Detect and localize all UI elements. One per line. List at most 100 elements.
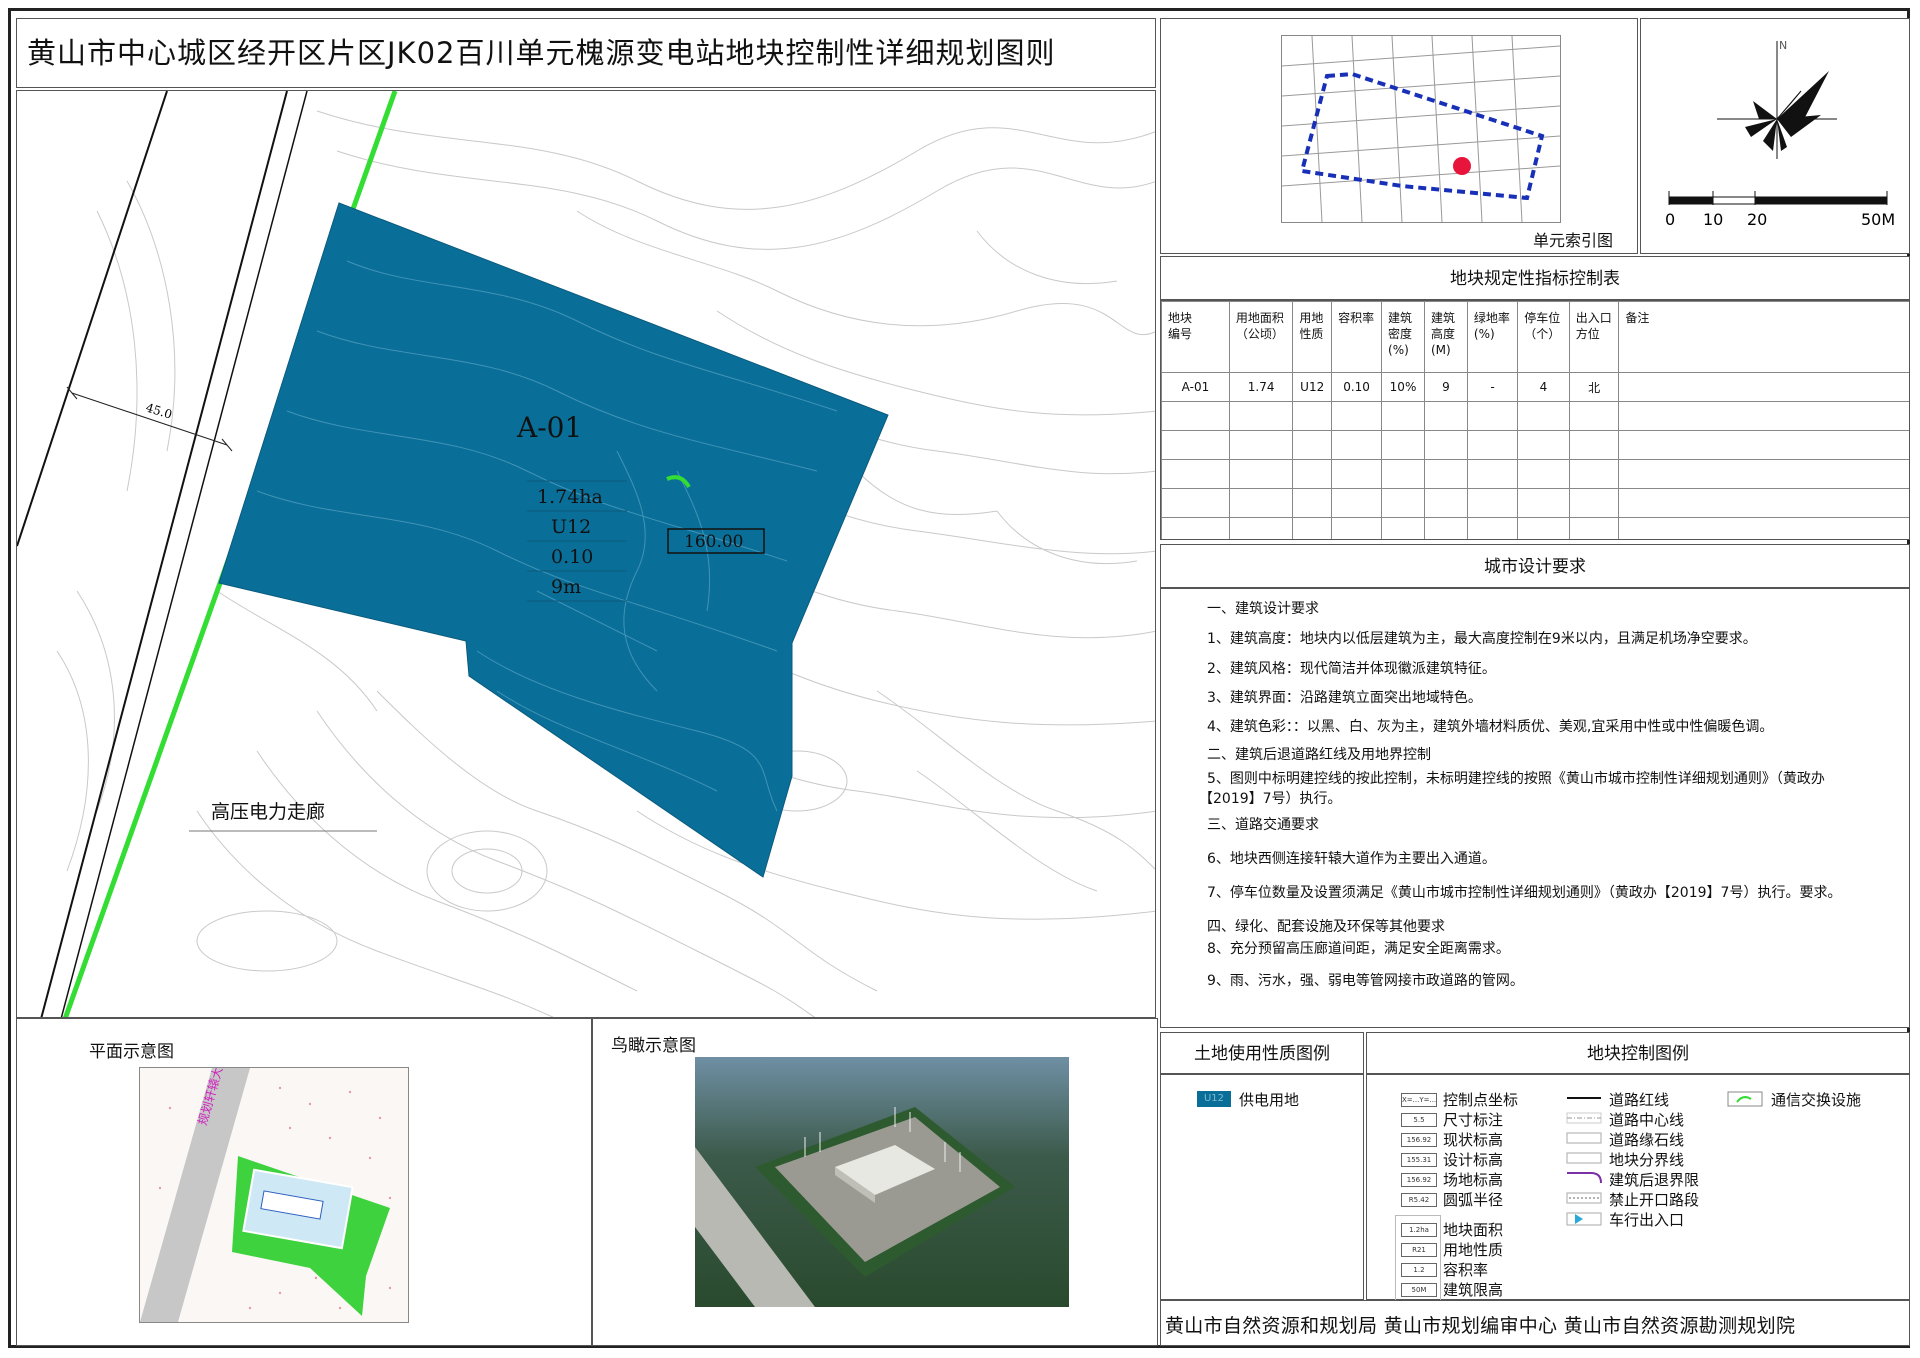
u12-swatch: U12	[1197, 1091, 1231, 1107]
plan-sketch-svg: 规划轩辕大道	[139, 1067, 409, 1323]
index-map-panel: 单元索引图	[1160, 18, 1638, 254]
setback-dimension	[66, 386, 233, 452]
control-table-title: 地块规定性指标控制表	[1160, 256, 1910, 300]
scale-bar	[1668, 191, 1888, 205]
legend-design-elev: 设计标高	[1443, 1151, 1504, 1169]
header-cell: 绿地率 (%)	[1466, 301, 1519, 373]
control-legend-panel: X=...Y=... 控制点坐标 5.5 尺寸标注 156.92 现状标高 15…	[1366, 1074, 1910, 1301]
design-line: 2、建筑风格：现代简洁并体现徽派建筑特征。	[1207, 661, 1496, 677]
table-row-empty	[1161, 401, 1909, 431]
legend-comm-facility: 通信交换设施	[1771, 1091, 1862, 1109]
scale-tick-20: 20	[1747, 210, 1767, 229]
table-cell: 9	[1424, 372, 1468, 402]
header-cell: 容积率	[1331, 301, 1383, 373]
corridor-line-left	[17, 91, 168, 547]
table-cell: U12	[1292, 372, 1333, 402]
table-row-empty	[1161, 517, 1909, 539]
plan-sketch-panel: 平面示意图 规划轩辕大道	[16, 1018, 592, 1346]
index-map-caption: 单元索引图	[1533, 231, 1614, 250]
header-cell: 用地面积 （公顷）	[1228, 301, 1294, 373]
table-cell	[1618, 372, 1909, 402]
legend-vehicle-access: 车行出入口	[1609, 1211, 1685, 1229]
design-title: 城市设计要求	[1160, 544, 1910, 588]
control-table-header: 地块 编号 用地面积 （公顷） 用地 性质 容积率 建筑 密度 (%) 建筑 高度 (M) 绿…	[1161, 301, 1909, 373]
design-line: 【2019】7号）执行。	[1199, 791, 1342, 807]
table-cell: 北	[1568, 372, 1620, 402]
design-line: 7、停车位数量及设置须满足《黄山市城市控制性详细规划通则》（黄政办【2019】7…	[1207, 885, 1842, 901]
swatch-area: 1.2ha	[1401, 1223, 1437, 1237]
design-line: 4、建筑色彩：：以黑、白、灰为主，建筑外墙材料质优、美观,宜采用中性或中性偏暖色…	[1207, 719, 1774, 735]
design-line: 二、建筑后退道路红线及用地界控制	[1207, 747, 1431, 763]
table-cell: -	[1466, 372, 1519, 402]
legend-site-elev: 场地标高	[1443, 1171, 1504, 1189]
scale-tick-50m: 50M	[1861, 210, 1895, 229]
u12-legend-label: 供电用地	[1239, 1091, 1300, 1109]
table-row-empty	[1161, 488, 1909, 518]
swatch-height: 50M	[1401, 1283, 1437, 1297]
legend-road-center-line: 道路中心线	[1609, 1111, 1685, 1129]
swatch-dimension: 5.5	[1401, 1113, 1437, 1127]
site-location-marker	[1453, 157, 1471, 175]
legend-far: 容积率	[1443, 1261, 1489, 1279]
legend-use: 用地性质	[1443, 1241, 1504, 1259]
parcel-area-label: 1.74ha	[537, 486, 603, 508]
land-use-legend-panel: U12 供电用地	[1160, 1074, 1364, 1300]
main-map: 45.0 A-01 1.74ha U12 0.10 9m 160.00 高压电力…	[16, 90, 1156, 1018]
footer-panel: 黄山市自然资源和规划局 黄山市规划编审中心 黄山市自然资源勘测规划院	[1160, 1300, 1910, 1346]
header-cell: 建筑 高度 (M)	[1424, 301, 1468, 373]
legend-curb-line: 道路缘石线	[1609, 1131, 1685, 1149]
parcel-a01[interactable]	[218, 202, 889, 878]
compass-svg: N 0 10 20 50M	[1665, 39, 1895, 229]
land-use-legend-title: 土地使用性质图例	[1160, 1032, 1364, 1074]
parcel-id-label: A-01	[516, 411, 582, 444]
design-line: 四、绿化、配套设施及环保等其他要求	[1207, 919, 1445, 935]
table-row: A-01 1.74 U12 0.10 10% 9 - 4 北	[1161, 372, 1909, 402]
design-line: 5、图则中标明建控线的按此控制，未标明建控线的按照《黄山市城市控制性详细规划通则…	[1207, 771, 1825, 787]
header-cell: 备注	[1618, 301, 1909, 373]
unit-boundary	[1299, 71, 1545, 201]
table-row-empty	[1161, 459, 1909, 489]
header-cell: 停车位 （个）	[1517, 301, 1570, 373]
design-line: 8、充分预留高压廊道间距，满足安全距离需求。	[1207, 941, 1510, 957]
control-table: 地块 编号 用地面积 （公顷） 用地 性质 容积率 建筑 密度 (%) 建筑 高度 (M) 绿…	[1161, 301, 1909, 539]
design-line: 一、建筑设计要求	[1207, 601, 1319, 617]
table-cell: 4	[1517, 372, 1570, 402]
legend-parcel-boundary: 地块分界线	[1609, 1151, 1685, 1169]
parcel-height-label: 9m	[551, 576, 581, 598]
control-legend-title: 地块控制图例	[1366, 1032, 1910, 1074]
elevation-label: 160.00	[684, 532, 743, 552]
swatch-site-elev: 156.92	[1401, 1173, 1437, 1187]
scale-tick-0: 0	[1665, 210, 1675, 229]
legend-existing-elev: 现状标高	[1443, 1131, 1504, 1149]
design-panel: 一、建筑设计要求 1、建筑高度：地块内以低层建筑为主，最大高度控制在9米以内，且…	[1160, 588, 1910, 1028]
page-title: 黄山市中心城区经开区片区JK02百川单元槐源变电站地块控制性详细规划图则	[16, 18, 1156, 88]
design-line: 6、地块西侧连接轩辕大道作为主要出入通道。	[1207, 851, 1496, 867]
footer-text: 黄山市自然资源和规划局 黄山市规划编审中心 黄山市自然资源勘测规划院	[1165, 1315, 1796, 1337]
legend-arc-radius: 圆弧半径	[1443, 1191, 1504, 1209]
table-cell: A-01	[1161, 372, 1230, 402]
legend-control-point: 控制点坐标	[1443, 1091, 1519, 1109]
swatch-far: 1.2	[1401, 1263, 1437, 1277]
compass-panel: N 0 10 20 50M	[1640, 18, 1910, 254]
header-cell: 用地 性质	[1292, 301, 1333, 373]
index-map-svg	[1281, 35, 1561, 223]
aerial-title: 鸟瞰示意图	[611, 1036, 696, 1056]
north-label: N	[1779, 39, 1787, 52]
swatch-use: R21	[1401, 1243, 1437, 1257]
header-cell: 地块 编号	[1161, 301, 1230, 373]
design-line: 3、建筑界面：沿路建筑立面突出地域特色。	[1207, 690, 1482, 706]
legend-height: 建筑限高	[1443, 1281, 1504, 1299]
table-row-empty	[1161, 430, 1909, 460]
table-cell: 10%	[1381, 372, 1425, 402]
header-cell: 建筑 密度 (%)	[1381, 301, 1425, 373]
legend-road-red-line: 道路红线	[1609, 1091, 1670, 1109]
legend-area: 地块面积	[1443, 1221, 1504, 1239]
scale-tick-10: 10	[1703, 210, 1723, 229]
legend-setback-line: 建筑后退界限	[1609, 1171, 1700, 1189]
legend-no-access: 禁止开口路段	[1609, 1191, 1700, 1209]
header-cell: 出入口 方位	[1568, 301, 1620, 373]
swatch-existing-elev: 156.92	[1401, 1133, 1437, 1147]
map-svg: 45.0 A-01 1.74ha U12 0.10 9m 160.00 高压电力…	[17, 91, 1155, 1017]
parcel-far-label: 0.10	[551, 546, 593, 568]
col2-swatches	[1566, 1097, 1602, 1226]
